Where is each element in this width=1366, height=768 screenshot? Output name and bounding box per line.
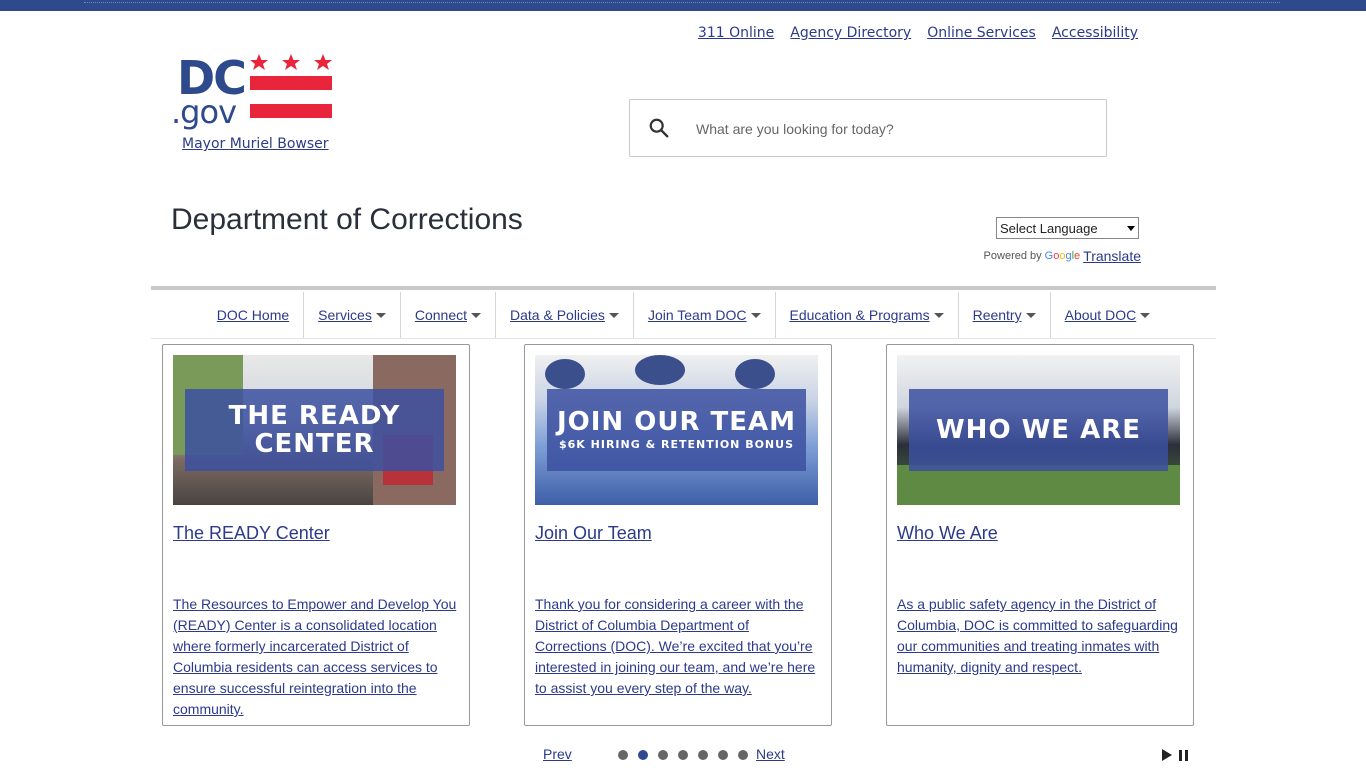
nav-item-reentry[interactable]: Reentry (957, 292, 1050, 338)
nav-item-label: Join Team DOC (647, 307, 747, 323)
search-icon[interactable] (648, 117, 670, 139)
logo-gov-text: .gov (171, 93, 236, 130)
card-banner-line2: $6K HIRING & RETENTION BONUS (559, 438, 794, 451)
logo-stars (250, 54, 332, 70)
card-image-ready-center[interactable]: THE READY CENTER (173, 355, 456, 505)
card-heading[interactable]: Join Our Team (535, 523, 652, 544)
utility-link-accessibility[interactable]: Accessibility (1052, 25, 1138, 41)
nav-item-connect[interactable]: Connect (399, 292, 495, 338)
nav-item-join-team-doc[interactable]: Join Team DOC (632, 292, 775, 338)
carousel-pager: Prev Next (543, 746, 803, 766)
dc-gov-logo[interactable]: DC .gov (171, 50, 336, 131)
carousel-dot-2[interactable] (638, 750, 648, 760)
top-banner-bar (0, 0, 1366, 11)
logo-stripe-top (250, 76, 332, 90)
card-banner: WHO WE ARE (909, 389, 1168, 471)
card-banner-line1: JOIN OUR TEAM (556, 407, 797, 437)
nav-item-education-programs[interactable]: Education & Programs (774, 292, 958, 338)
card-description[interactable]: As a public safety agency in the Distric… (897, 594, 1183, 678)
card-heading[interactable]: Who We Are (897, 523, 998, 544)
nav-item-about-doc[interactable]: About DOC (1049, 292, 1165, 338)
search-box (629, 99, 1107, 157)
carousel-card[interactable]: WHO WE ARE Who We Are As a public safety… (886, 344, 1194, 726)
nav-item-label: Connect (414, 307, 467, 323)
card-banner-line2: CENTER (254, 429, 375, 459)
play-icon[interactable] (1162, 749, 1172, 761)
search-input[interactable] (694, 114, 1088, 144)
carousel-dot-4[interactable] (678, 750, 688, 760)
google-translate-credit: Powered by Google Translate (984, 248, 1141, 264)
card-banner: THE READY CENTER (185, 389, 444, 471)
card-banner-line1: THE READY (228, 401, 401, 431)
mayor-link[interactable]: Mayor Muriel Bowser (182, 136, 329, 152)
dropdown-arrow-icon (933, 312, 944, 318)
powered-by-label: Powered by (983, 250, 1042, 262)
utility-link-311[interactable]: 311 Online (698, 25, 774, 41)
card-heading[interactable]: The READY Center (173, 523, 330, 544)
pause-icon[interactable] (1179, 750, 1188, 761)
card-image-join-our-team[interactable]: JOIN OUR TEAM $6K HIRING & RETENTION BON… (535, 355, 818, 505)
card-description[interactable]: The Resources to Empower and Develop You… (173, 594, 459, 720)
nav-item-label: Reentry (972, 307, 1022, 323)
nav-item-data-policies[interactable]: Data & Policies (495, 292, 633, 338)
carousel-dot-1[interactable] (618, 750, 628, 760)
carousel-dot-6[interactable] (718, 750, 728, 760)
carousel: THE READY CENTER The READY Center The Re… (162, 344, 1194, 726)
utility-links: 311 Online Agency Directory Online Servi… (698, 25, 1138, 41)
page-title: Department of Corrections (171, 203, 523, 236)
card-banner-line1: WHO WE ARE (936, 415, 1141, 445)
dropdown-arrow-icon (471, 312, 481, 318)
dc-gov-logo-graphic: DC .gov (171, 51, 332, 131)
carousel-dot-5[interactable] (698, 750, 708, 760)
nav-top-rule (151, 286, 1216, 290)
dropdown-arrow-icon (1140, 312, 1151, 318)
nav-item-label: DOC Home (216, 307, 290, 323)
google-logo: Google (1044, 250, 1081, 262)
dropdown-arrow-icon (375, 312, 386, 318)
language-select-label: Select Language (1000, 220, 1098, 236)
carousel-dot-3[interactable] (658, 750, 668, 760)
translate-link[interactable]: Translate (1083, 248, 1141, 264)
utility-link-online-services[interactable]: Online Services (927, 25, 1036, 41)
logo-stripe-bottom (250, 104, 332, 118)
nav-item-doc-home[interactable]: DOC Home (203, 292, 303, 338)
card-image-who-we-are[interactable]: WHO WE ARE (897, 355, 1180, 505)
nav-item-label: About DOC (1064, 307, 1137, 323)
dropdown-arrow-icon (1025, 312, 1036, 318)
next-button[interactable]: Next (756, 746, 785, 762)
card-banner: JOIN OUR TEAM $6K HIRING & RETENTION BON… (547, 389, 806, 471)
nav-item-services[interactable]: Services (303, 292, 400, 338)
top-banner-dots (84, 2, 1280, 4)
main-nav: DOC Home Services Connect Data & Policie… (151, 292, 1216, 339)
nav-item-label: Data & Policies (510, 307, 605, 323)
chevron-down-icon (1127, 225, 1135, 231)
prev-button[interactable]: Prev (543, 746, 572, 762)
carousel-dot-7[interactable] (738, 750, 748, 760)
nav-item-label: Education & Programs (789, 307, 930, 323)
nav-item-label: Services (318, 307, 372, 323)
carousel-card[interactable]: THE READY CENTER The READY Center The Re… (162, 344, 470, 726)
dropdown-arrow-icon (608, 312, 619, 318)
card-description[interactable]: Thank you for considering a career with … (535, 594, 821, 699)
carousel-card[interactable]: JOIN OUR TEAM $6K HIRING & RETENTION BON… (524, 344, 832, 726)
language-select[interactable]: Select Language (996, 217, 1139, 239)
dropdown-arrow-icon (750, 312, 761, 318)
utility-link-agency-directory[interactable]: Agency Directory (790, 25, 911, 41)
